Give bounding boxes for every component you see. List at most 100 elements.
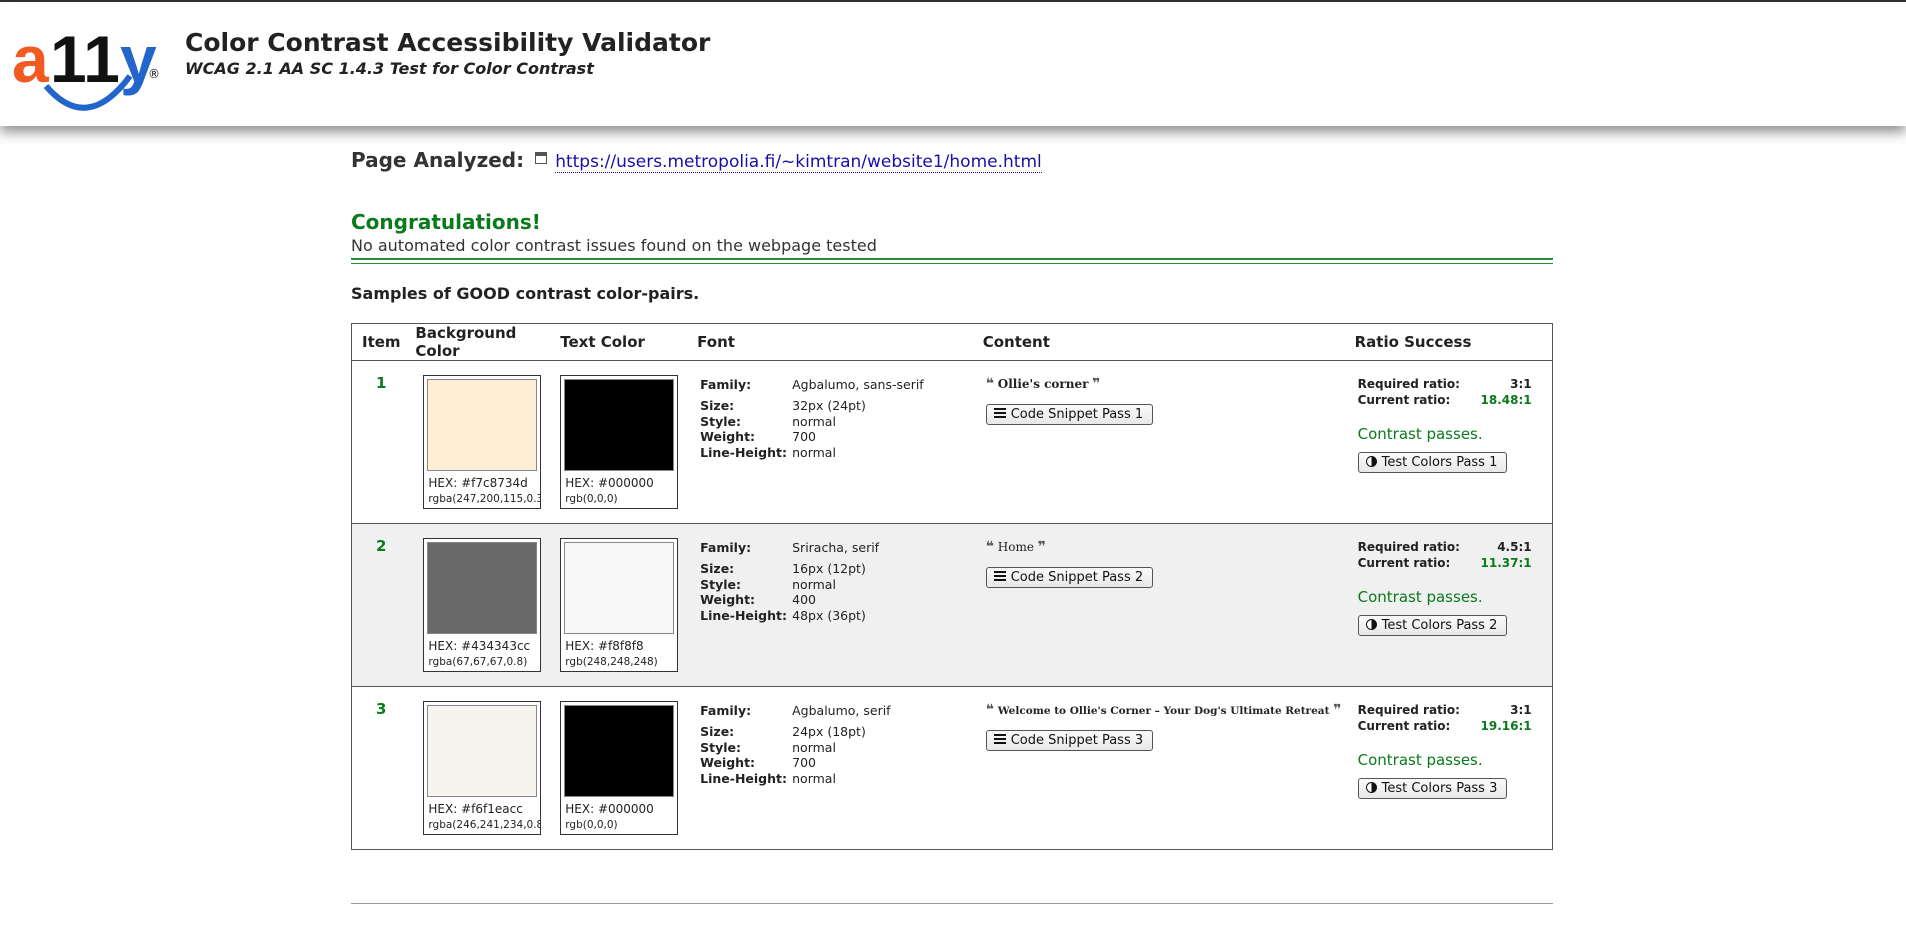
- font-weight-label: Weight:: [700, 592, 756, 607]
- content-sample: ❝ Home ❞: [986, 539, 1355, 555]
- text-swatch-card: HEX: #000000 rgb(0,0,0): [560, 375, 679, 509]
- background-color-swatch: [427, 705, 538, 797]
- required-ratio-value: 4.5:1: [1497, 540, 1532, 554]
- required-ratio-label: Required ratio:: [1357, 703, 1460, 717]
- font-family-value: Agbalumo, serif: [792, 703, 891, 718]
- line-height-label: Line-Height:: [700, 444, 787, 460]
- page-title: Color Contrast Accessibility Validator: [185, 28, 711, 57]
- font-family-label: Family:: [700, 540, 752, 555]
- text-color-swatch: [564, 705, 675, 797]
- code-snippet-label: Code Snippet Pass 2: [1010, 570, 1144, 585]
- code-snippet-button[interactable]: Code Snippet Pass 1: [985, 404, 1154, 425]
- background-swatch-card: HEX: #434343cc rgba(67,67,67,0.8): [423, 538, 542, 672]
- background-color-swatch: [427, 542, 538, 634]
- test-colors-button[interactable]: Test Colors Pass 1: [1357, 452, 1508, 473]
- font-style-label: Style:: [700, 739, 742, 755]
- test-colors-label: Test Colors Pass 2: [1381, 618, 1498, 633]
- background-rgb: rgba(67,67,67,0.8): [428, 656, 528, 668]
- table-row: 2 HEX: #434343cc rgba(67,67,67,0.8) HEX:…: [351, 523, 1553, 687]
- item-number: 3: [376, 700, 387, 718]
- code-snippet-button[interactable]: Code Snippet Pass 2: [985, 567, 1154, 588]
- text-color-swatch: [564, 379, 675, 471]
- site-header: a 11 y ® Color Contrast Accessibility Va…: [0, 2, 1906, 126]
- line-height-label: Line-Height:: [700, 607, 787, 623]
- open-quote-icon: ❝: [985, 539, 994, 555]
- close-quote-icon: ❞: [1037, 539, 1046, 555]
- column-header: Ratio Success: [1354, 323, 1553, 361]
- font-style-label: Style:: [700, 413, 742, 429]
- svg-text:a: a: [12, 22, 50, 96]
- text-color-swatch: [564, 542, 675, 634]
- background-swatch-card: HEX: #f6f1eacc rgba(246,241,234,0.8): [423, 701, 542, 835]
- ratio-details: Required ratio: 3:1 Current ratio: 19.16:1: [1358, 703, 1532, 735]
- footer-divider: [351, 903, 1553, 904]
- font-weight-value: 400: [792, 592, 816, 607]
- code-snippet-button[interactable]: Code Snippet Pass 3: [985, 730, 1154, 751]
- font-weight-label: Weight:: [700, 429, 756, 444]
- font-style-value: normal: [792, 576, 836, 592]
- font-size-label: Size:: [700, 724, 735, 739]
- font-style-label: Style:: [700, 576, 742, 592]
- page-analyzed: Page Analyzed: https://users.metropolia.…: [351, 148, 1042, 173]
- contrast-status: Contrast passes.: [1357, 425, 1483, 443]
- content-text: Home: [997, 540, 1034, 554]
- results-table: Item Background Color Text Color Font Co…: [351, 323, 1553, 850]
- background-swatch-card: HEX: #f7c8734d rgba(247,200,115,0.3): [423, 375, 542, 509]
- font-style-value: normal: [792, 739, 836, 755]
- analyzed-url-link[interactable]: https://users.metropolia.fi/~kimtran/web…: [555, 152, 1042, 173]
- font-family-value: Agbalumo, sans-serif: [792, 377, 924, 392]
- line-height-label: Line-Height:: [700, 770, 787, 786]
- font-family-label: Family:: [700, 703, 752, 718]
- column-header: Font: [697, 323, 983, 361]
- result-message: No automated color contrast issues found…: [351, 236, 877, 255]
- a11y-logo[interactable]: a 11 y ®: [12, 16, 162, 116]
- background-rgb: rgba(246,241,234,0.8): [428, 819, 541, 831]
- required-ratio-value: 3:1: [1510, 703, 1532, 717]
- content-text: Welcome to Ollie's Corner – Your Dog's U…: [997, 705, 1330, 717]
- current-ratio-label: Current ratio:: [1357, 719, 1451, 733]
- font-size-value: 16px (12pt): [792, 561, 866, 576]
- column-header: Item: [351, 323, 414, 361]
- ratio-details: Required ratio: 3:1 Current ratio: 18.48:1: [1358, 377, 1532, 409]
- text-swatch-card: HEX: #f8f8f8 rgb(248,248,248): [560, 538, 679, 672]
- required-ratio-label: Required ratio:: [1357, 540, 1460, 554]
- font-weight-label: Weight:: [700, 755, 756, 770]
- page-subtitle: WCAG 2.1 AA SC 1.4.3 Test for Color Cont…: [185, 59, 594, 78]
- test-colors-label: Test Colors Pass 1: [1381, 455, 1498, 470]
- column-header: Background Color: [413, 323, 561, 361]
- close-quote-icon: ❞: [1333, 702, 1342, 718]
- current-ratio-value: 19.16:1: [1480, 719, 1532, 733]
- font-details: Family: Sriracha, serif Size: 16px (12pt) …: [700, 540, 983, 623]
- content-text: Ollie's corner: [997, 377, 1089, 391]
- background-rgb: rgba(247,200,115,0.3): [428, 493, 541, 505]
- open-quote-icon: ❝: [985, 376, 994, 392]
- result-heading: Congratulations!: [351, 210, 541, 234]
- font-family-value: Sriracha, serif: [792, 540, 880, 555]
- background-hex: HEX: #f7c8734d: [428, 476, 528, 490]
- contrast-status: Contrast passes.: [1357, 751, 1483, 769]
- current-ratio-label: Current ratio:: [1357, 393, 1451, 407]
- text-rgb: rgb(0,0,0): [565, 493, 618, 505]
- code-snippet-icon: [993, 571, 1006, 581]
- item-number: 1: [376, 374, 387, 392]
- samples-heading: Samples of GOOD contrast color-pairs.: [351, 284, 700, 303]
- external-link-icon: [535, 152, 548, 164]
- font-size-label: Size:: [700, 561, 735, 576]
- font-weight-value: 700: [792, 429, 816, 444]
- contrast-status: Contrast passes.: [1357, 588, 1483, 606]
- contrast-icon: [1365, 456, 1377, 467]
- required-ratio-label: Required ratio:: [1357, 377, 1460, 391]
- content-sample: ❝ Ollie's corner ❞: [986, 376, 1355, 392]
- contrast-icon: [1365, 619, 1377, 630]
- open-quote-icon: ❝: [985, 702, 994, 718]
- column-header: Text Color: [560, 323, 698, 361]
- content-sample: ❝ Welcome to Ollie's Corner – Your Dog's…: [986, 702, 1355, 718]
- test-colors-button[interactable]: Test Colors Pass 2: [1357, 615, 1508, 636]
- text-rgb: rgb(248,248,248): [565, 656, 658, 668]
- code-snippet-label: Code Snippet Pass 3: [1010, 733, 1144, 748]
- test-colors-button[interactable]: Test Colors Pass 3: [1357, 778, 1508, 799]
- table-row: 1 HEX: #f7c8734d rgba(247,200,115,0.3) H…: [351, 360, 1553, 524]
- table-header-row: Item Background Color Text Color Font Co…: [351, 323, 1553, 361]
- text-hex: HEX: #f8f8f8: [565, 639, 644, 653]
- close-quote-icon: ❞: [1092, 376, 1101, 392]
